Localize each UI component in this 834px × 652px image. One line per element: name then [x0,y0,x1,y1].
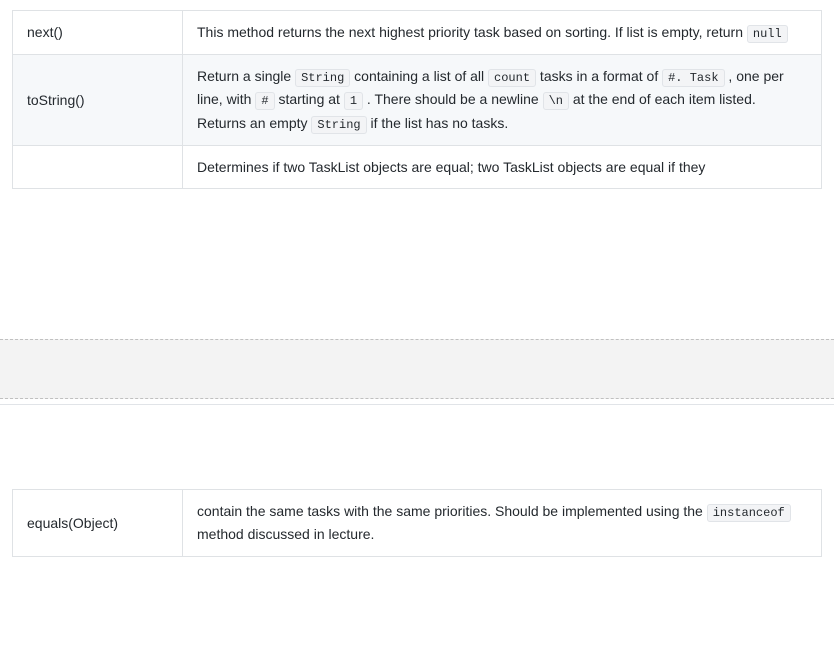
method-name-cell [13,145,183,188]
dashed-separator [0,339,834,399]
desc-text: Determines if two TaskList objects are e… [197,159,705,175]
code-literal: count [488,69,536,87]
table-row: next() This method returns the next high… [13,11,822,55]
desc-text: containing a list of all [350,68,488,84]
code-literal: String [295,69,350,87]
desc-text: at the end of each item listed. [569,91,756,107]
method-desc-cell: This method returns the next highest pri… [183,11,822,55]
page-break-region [0,189,834,479]
desc-text: . There should be a newline [363,91,543,107]
methods-table-bottom: equals(Object) contain the same tasks wi… [12,489,822,557]
code-literal: null [747,25,788,43]
bottom-table-wrapper: equals(Object) contain the same tasks wi… [0,479,834,557]
desc-text: Return a single [197,68,295,84]
solid-separator [0,404,834,405]
code-literal: # [255,92,274,110]
desc-text: tasks in a format of [536,68,662,84]
methods-table-top: next() This method returns the next high… [12,10,822,189]
table-row: Determines if two TaskList objects are e… [13,145,822,188]
method-desc-cell: contain the same tasks with the same pri… [183,490,822,557]
code-literal: instanceof [707,504,791,522]
code-literal: String [311,116,366,134]
method-desc-cell: Determines if two TaskList objects are e… [183,145,822,188]
method-name-cell: toString() [13,55,183,146]
desc-text: contain the same tasks with the same pri… [197,503,707,519]
code-literal: #. Task [662,69,724,87]
code-literal: \n [543,92,569,110]
desc-text: This method returns the next highest pri… [197,24,747,40]
desc-text: Returns an empty [197,115,311,131]
method-desc-cell: Return a single String containing a list… [183,55,822,146]
top-table-wrapper: next() This method returns the next high… [0,0,834,189]
desc-text: starting at [275,91,344,107]
table-row: equals(Object) contain the same tasks wi… [13,490,822,557]
desc-text: if the list has no tasks. [367,115,509,131]
method-name-cell: next() [13,11,183,55]
code-literal: 1 [344,92,363,110]
table-row: toString() Return a single String contai… [13,55,822,146]
method-name-cell: equals(Object) [13,490,183,557]
desc-text: method discussed in lecture. [197,526,374,542]
